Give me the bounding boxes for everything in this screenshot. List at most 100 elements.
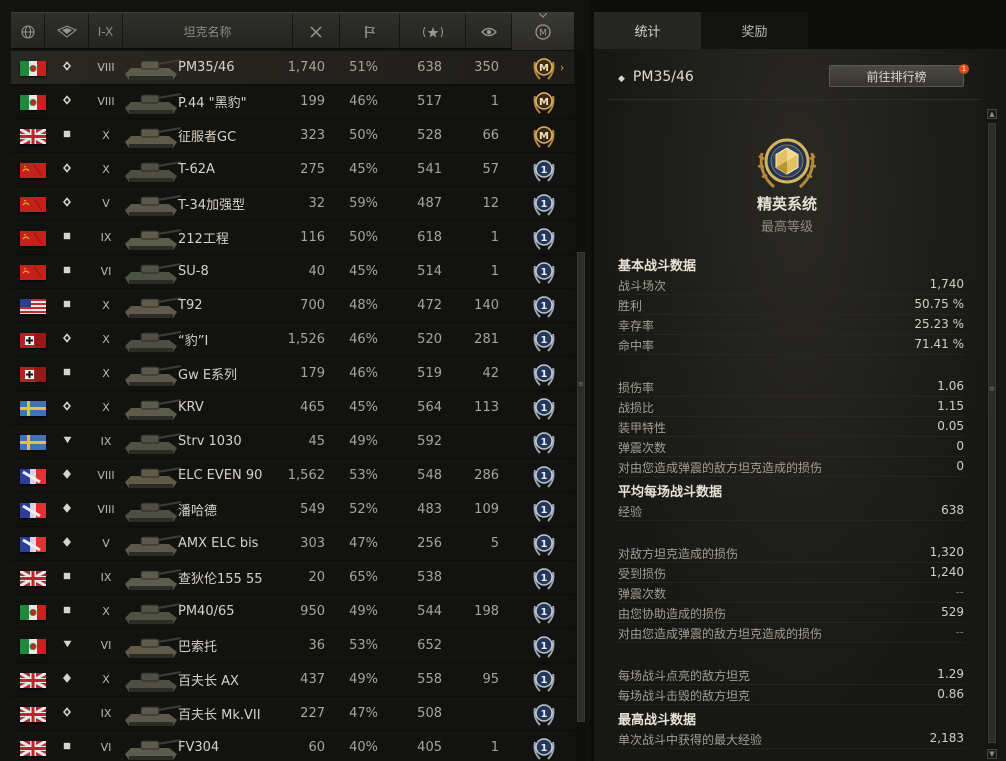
mastery-sort-button[interactable]: M bbox=[512, 13, 574, 50]
svg-text:1: 1 bbox=[541, 607, 548, 618]
win-rate: 53% bbox=[349, 468, 378, 483]
mastery-badge-icon: 1 bbox=[531, 428, 557, 456]
vehicle-row[interactable]: IX 212工程 116 50% 618 1 1 bbox=[11, 221, 574, 255]
battles-count: 40 bbox=[308, 264, 325, 279]
detail-scrollbar[interactable]: ▲ ≡ ▼ bbox=[986, 109, 998, 761]
vehicle-row[interactable]: IX 查狄伦155 55 20 65% 538 1 bbox=[11, 561, 574, 595]
vehicle-row[interactable]: IX Strv 1030 45 49% 592 1 bbox=[11, 425, 574, 459]
vehicle-row[interactable]: X 征服者GC 323 50% 528 66 M bbox=[11, 119, 574, 153]
vehicle-row[interactable]: VI SU-8 40 45% 514 1 1 bbox=[11, 255, 574, 289]
vehicle-row[interactable]: VIII ELC EVEN 90 1,562 53% 548 286 1 bbox=[11, 459, 574, 493]
scrollbar-thumb[interactable] bbox=[577, 252, 585, 722]
elite-level: 最高等级 bbox=[760, 220, 813, 235]
nation-flag-france-icon bbox=[20, 503, 46, 518]
marks-value: 1 bbox=[490, 264, 499, 279]
mastery-header-icon: M bbox=[535, 23, 551, 40]
mastery-badge-icon: 1 bbox=[531, 564, 557, 592]
nation-flag-france-icon bbox=[20, 469, 46, 484]
win-rate: 50% bbox=[349, 230, 378, 245]
vehicle-row[interactable]: X PM40/65 950 49% 544 198 1 bbox=[11, 595, 574, 629]
tank-thumbnail bbox=[121, 428, 183, 458]
mastery-badge-icon: 1 bbox=[531, 496, 557, 524]
avg-exp: 508 bbox=[417, 706, 442, 721]
tank-thumbnail bbox=[121, 292, 183, 322]
tank-thumbnail bbox=[121, 564, 183, 594]
battles-sort-button[interactable] bbox=[293, 13, 340, 50]
medium-class-icon bbox=[62, 197, 72, 210]
vehicle-row[interactable]: VIII PM35/46 1,740 51% 638 350 M › bbox=[11, 51, 574, 85]
vehicle-row[interactable]: X 百夫长 AX 437 49% 558 95 1 bbox=[11, 663, 574, 697]
detail-scrollbar-thumb[interactable] bbox=[988, 123, 996, 743]
vehicle-row[interactable]: VIII 潘哈德 549 52% 483 109 1 bbox=[11, 493, 574, 527]
spotted-sort-button[interactable] bbox=[466, 13, 512, 50]
winrate-sort-button[interactable] bbox=[340, 13, 400, 50]
battles-count: 275 bbox=[300, 162, 325, 177]
svg-text:M: M bbox=[539, 28, 547, 38]
stat-value: 0.05 bbox=[937, 419, 964, 433]
tier-sort-button[interactable]: I-X bbox=[89, 13, 123, 50]
heavy-class-icon bbox=[62, 266, 72, 277]
vehicle-name: T92 bbox=[178, 298, 203, 313]
vehicle-row[interactable]: X “豹”I 1,526 46% 520 281 1 bbox=[11, 323, 574, 357]
name-sort-button[interactable]: 坦克名称 bbox=[123, 13, 293, 50]
vehicle-name: ELC EVEN 90 bbox=[178, 468, 263, 483]
vehicle-row[interactable]: VI FV304 60 40% 405 1 1 bbox=[11, 731, 574, 761]
scroll-up-button[interactable]: ▲ bbox=[987, 109, 997, 119]
vehicle-tier: IX bbox=[100, 707, 112, 720]
stat-row: 装甲特性 0.05 bbox=[618, 419, 964, 437]
avg-exp: 558 bbox=[417, 672, 442, 687]
tank-thumbnail bbox=[121, 394, 183, 424]
mastery-badge-icon: M bbox=[531, 122, 557, 150]
vehicle-name: 百夫长 Mk.VII bbox=[178, 708, 261, 723]
tank-thumbnail bbox=[121, 224, 183, 254]
vehicle-row[interactable]: X T92 700 48% 472 140 1 bbox=[11, 289, 574, 323]
vehicle-row[interactable]: VIII P.44 "黑豹" 199 46% 517 1 M bbox=[11, 85, 574, 119]
tab-statistics[interactable]: 统计 bbox=[594, 12, 701, 49]
tab-awards[interactable]: 奖励 bbox=[701, 12, 808, 49]
tank-thumbnail bbox=[121, 734, 183, 761]
vehicle-list-scrollbar[interactable]: ≡ bbox=[575, 52, 587, 761]
notification-badge: 1 bbox=[959, 64, 969, 74]
go-to-leaderboard-button[interactable]: 前往排行榜 bbox=[829, 65, 964, 87]
vehicle-name: Strv 1030 bbox=[178, 434, 242, 449]
win-rate: 46% bbox=[349, 366, 378, 381]
svg-text:1: 1 bbox=[541, 505, 548, 516]
nation-sort-button[interactable] bbox=[11, 13, 45, 50]
vehicle-row[interactable]: X Gw E系列 179 46% 519 42 1 bbox=[11, 357, 574, 391]
battles-count: 199 bbox=[300, 94, 325, 109]
tank-thumbnail bbox=[121, 360, 183, 390]
vehicle-name: “豹”I bbox=[178, 334, 209, 349]
win-rate: 49% bbox=[349, 434, 378, 449]
stat-value: 2,183 bbox=[929, 731, 964, 745]
stat-label: 装甲特性 bbox=[618, 421, 667, 435]
stat-label: 幸存率 bbox=[618, 319, 655, 333]
td-class-icon bbox=[62, 436, 72, 447]
scroll-down-button[interactable]: ▼ bbox=[987, 749, 997, 759]
nation-flag-italy-icon bbox=[20, 61, 46, 76]
mastery-badge-icon: 1 bbox=[531, 666, 557, 694]
class-sort-button[interactable] bbox=[45, 13, 89, 50]
vehicle-row[interactable]: V T-34加强型 32 59% 487 12 1 bbox=[11, 187, 574, 221]
mastery-badge-icon: 1 bbox=[531, 190, 557, 218]
nation-flag-italy-icon bbox=[20, 95, 46, 110]
exp-sort-button[interactable] bbox=[400, 13, 466, 50]
vehicle-row[interactable]: X KRV 465 45% 564 113 1 bbox=[11, 391, 574, 425]
stat-row: 弹震次数 -- bbox=[618, 585, 964, 603]
heavy-class-icon bbox=[62, 368, 72, 379]
light-class-icon bbox=[62, 673, 72, 686]
vehicle-row[interactable]: X T-62A 275 45% 541 57 1 bbox=[11, 153, 574, 187]
stat-value: -- bbox=[955, 625, 964, 639]
stat-label: 战斗场次 bbox=[618, 279, 667, 293]
stats-section-title: 平均每场战斗数据 bbox=[618, 485, 723, 500]
stat-value: 0 bbox=[956, 459, 964, 473]
battles-count: 32 bbox=[308, 196, 325, 211]
vehicle-row[interactable]: VI 巴索托 36 53% 652 1 bbox=[11, 629, 574, 663]
win-rate: 47% bbox=[349, 536, 378, 551]
stat-row: 损伤率 1.06 bbox=[618, 379, 964, 397]
marks-value: 57 bbox=[482, 162, 499, 177]
light-class-icon bbox=[62, 503, 72, 516]
vehicle-row[interactable]: IX 百夫长 Mk.VII 227 47% 508 1 bbox=[11, 697, 574, 731]
vehicle-row[interactable]: V AMX ELC bis 303 47% 256 5 1 bbox=[11, 527, 574, 561]
vehicle-tier: VI bbox=[100, 639, 112, 652]
svg-text:1: 1 bbox=[541, 199, 548, 210]
